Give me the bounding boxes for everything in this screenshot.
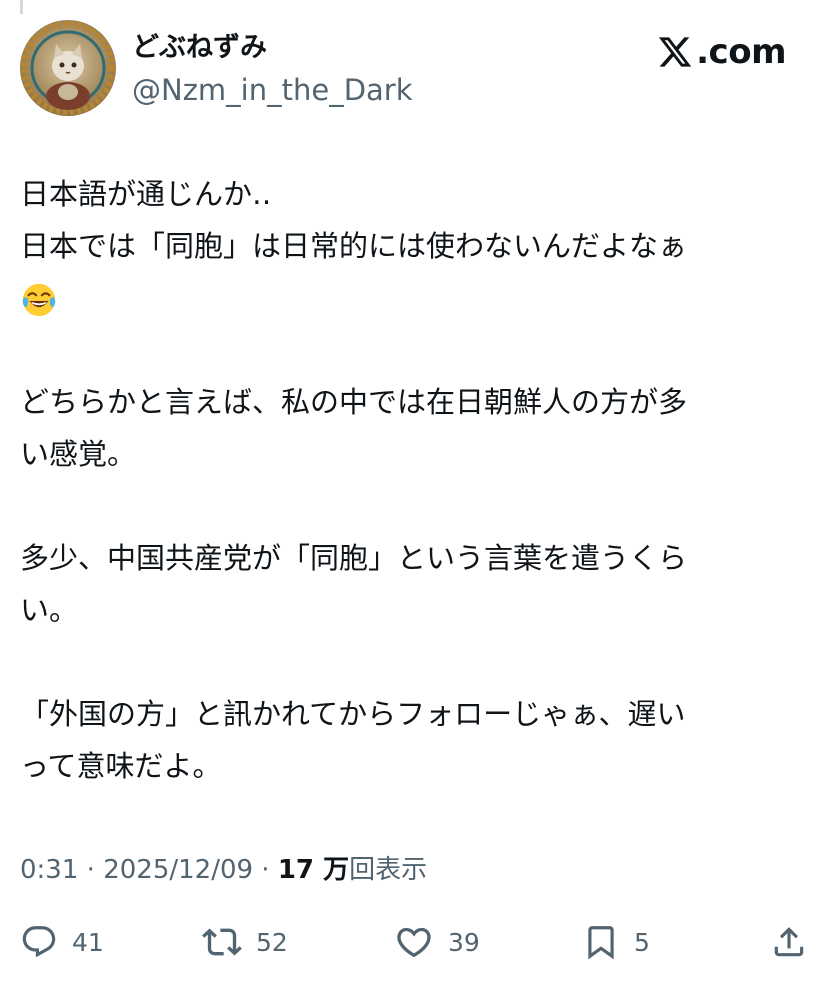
laughing-emoji-icon: [22, 283, 56, 317]
tweet-paragraph: 「外国の方」と訊かれてからフォローじゃぁ、遅い って意味だよ。: [20, 688, 810, 792]
views-label: 回表示: [349, 855, 428, 885]
share-icon: [774, 927, 804, 957]
avatar-image: [20, 20, 116, 116]
repost-count: 52: [256, 927, 288, 957]
meta-separator: ·: [78, 855, 104, 885]
tweet-text: 日本語が通じんか‥ 日本では「同胞」は日常的には使わないんだよなぁ どちらかと言…: [20, 168, 810, 792]
tweet-line: 「外国の方」と訊かれてからフォローじゃぁ、遅い: [20, 697, 686, 731]
tweet-header: どぶねずみ @Nzm_in_the_Dark .com: [20, 20, 808, 120]
tweet-line-emoji: [20, 272, 810, 324]
reply-icon: [22, 926, 56, 958]
author-info: どぶねずみ @Nzm_in_the_Dark: [132, 30, 413, 110]
display-name[interactable]: どぶねずみ: [132, 30, 413, 66]
brand-domain: .com: [696, 32, 786, 72]
bookmark-button[interactable]: 5: [582, 918, 650, 966]
tweet-time[interactable]: 0:31: [20, 855, 78, 885]
repost-button[interactable]: 52: [202, 918, 288, 966]
views-count[interactable]: 17 万: [278, 855, 349, 885]
tweet-line: 日本では「同胞」は日常的には使わないんだよなぁ: [20, 229, 688, 263]
tweet-line: い。: [20, 593, 79, 627]
tweet-line: どちらかと言えば、私の中では在日朝鮮人の方が多: [20, 385, 688, 419]
reply-button[interactable]: 41: [20, 918, 104, 966]
action-bar: 41 52 39 5: [0, 918, 828, 966]
x-logo-icon: [659, 37, 692, 67]
tweet-paragraph: 多少、中国共産党が「同胞」という言葉を遣うくら い。: [20, 532, 810, 636]
heart-icon: [397, 927, 431, 958]
meta-separator: ·: [253, 855, 278, 885]
thread-connector-line: [20, 0, 23, 14]
tweet-date[interactable]: 2025/12/09: [103, 855, 253, 885]
reply-count: 41: [72, 927, 104, 957]
tweet-line: 多少、中国共産党が「同胞」という言葉を遣うくら: [20, 541, 688, 575]
tweet-line: い感覚。: [20, 437, 137, 471]
like-count: 39: [448, 927, 480, 957]
share-button[interactable]: [770, 918, 808, 966]
bookmark-count: 5: [634, 927, 650, 957]
tweet-line: って意味だよ。: [20, 749, 222, 783]
tweet-meta: 0:31 · 2025/12/09 · 17 万回表示: [20, 852, 427, 888]
tweet-line: 日本語が通じんか‥: [20, 177, 272, 211]
like-button[interactable]: 39: [394, 918, 480, 966]
brand-logo: .com: [656, 30, 786, 74]
repost-icon: [202, 928, 242, 956]
user-handle[interactable]: @Nzm_in_the_Dark: [132, 70, 413, 110]
tweet-paragraph: 日本語が通じんか‥ 日本では「同胞」は日常的には使わないんだよなぁ: [20, 168, 810, 324]
tweet-paragraph: どちらかと言えば、私の中では在日朝鮮人の方が多 い感覚。: [20, 376, 810, 480]
avatar[interactable]: [20, 20, 116, 116]
bookmark-icon: [588, 926, 614, 960]
